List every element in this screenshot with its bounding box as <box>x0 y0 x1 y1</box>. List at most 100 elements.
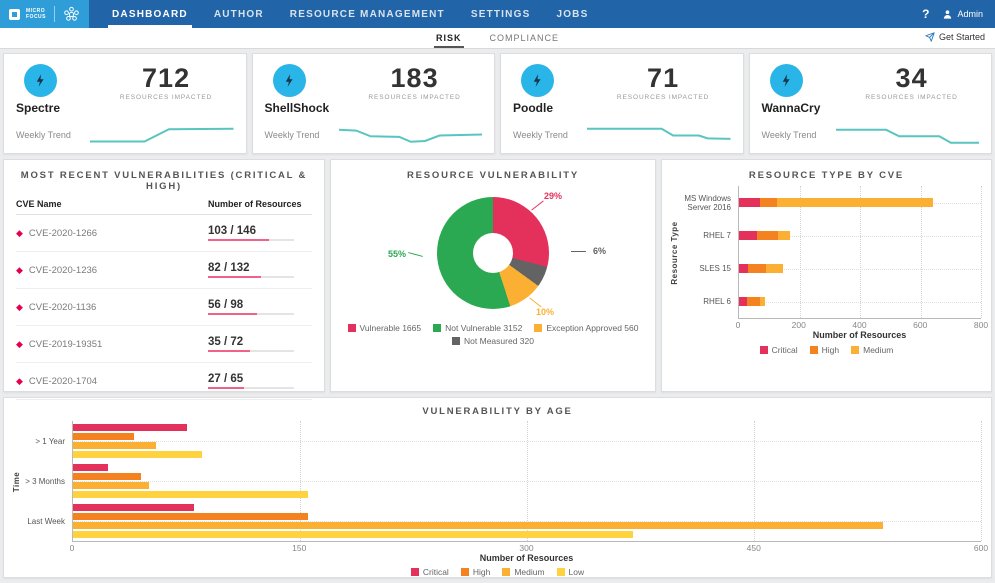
kpi-name: WannaCry <box>762 101 845 115</box>
brand-separator <box>54 6 55 22</box>
brand-block[interactable]: MICROFOCUS <box>0 0 89 28</box>
microfocus-logo-icon <box>9 9 20 20</box>
gridline <box>981 421 982 541</box>
donut-leader-line <box>571 251 586 252</box>
x-axis-ticks: 0150300450600 <box>72 542 981 553</box>
bar-low <box>73 531 633 538</box>
help-button[interactable]: ? <box>922 7 929 21</box>
donut-leader-line <box>531 200 543 210</box>
kpi-name: ShellShock <box>265 101 348 115</box>
x-tick-label: 450 <box>747 543 761 553</box>
get-started-link[interactable]: Get Started <box>925 32 985 42</box>
y-axis-labels: MS Windows Server 2016RHEL 7SLES 15RHEL … <box>672 186 738 319</box>
legend-item: Medium <box>851 345 893 355</box>
bar-high <box>73 513 308 520</box>
col-cve-name: CVE Name <box>16 199 208 209</box>
nav-right: ? Admin <box>922 0 995 28</box>
bar-low <box>73 491 308 498</box>
kpi-caption: RESOURCES IMPACTED <box>596 94 731 101</box>
kpi-value: 712 <box>99 64 234 92</box>
bar-medium <box>73 522 883 529</box>
bar-segment-medium <box>766 264 783 273</box>
bar-segment-critical <box>739 264 748 273</box>
y-axis-title: Resource Type <box>670 221 679 284</box>
bar-segment-critical <box>739 297 747 306</box>
nav-item-author[interactable]: AUTHOR <box>201 0 277 28</box>
recent-vulnerabilities-panel: MOST RECENT VULNERABILITIES (CRITICAL & … <box>3 159 325 392</box>
bar-segment-critical <box>739 198 760 207</box>
kpi-card-poodle[interactable]: Poodle71RESOURCES IMPACTEDWeekly Trend <box>500 53 744 154</box>
donut-callout-label: 10% <box>536 307 554 317</box>
kpi-caption: RESOURCES IMPACTED <box>844 94 979 101</box>
nav-item-jobs[interactable]: JOBS <box>543 0 601 28</box>
severity-diamond-icon: ◆ <box>16 340 23 349</box>
user-menu[interactable]: Admin <box>942 9 983 20</box>
kpi-sparkline <box>339 122 483 148</box>
x-tick-label: 400 <box>852 320 866 330</box>
category-label: RHEL 7 <box>672 219 738 252</box>
bar-group <box>73 501 981 541</box>
legend-item: High <box>810 345 839 355</box>
legend-item: Not Measured 320 <box>452 336 534 346</box>
nav-item-resource-management[interactable]: RESOURCE MANAGEMENT <box>277 0 458 28</box>
panel-title: RESOURCE VULNERABILITY <box>341 170 645 181</box>
nav-item-dashboard[interactable]: DASHBOARD <box>99 0 201 28</box>
table-row[interactable]: ◆CVE-2020-1266103 / 146 <box>16 215 312 252</box>
tab-risk[interactable]: RISK <box>434 30 464 48</box>
nav-menu: DASHBOARDAUTHORRESOURCE MANAGEMENTSETTIN… <box>99 0 601 28</box>
table-row[interactable]: ◆CVE-2020-113656 / 98 <box>16 289 312 326</box>
bar-segment-high <box>747 297 761 306</box>
tab-compliance[interactable]: COMPLIANCE <box>488 30 562 48</box>
bar-segment-critical <box>739 231 757 240</box>
threat-bolt-icon <box>770 64 803 97</box>
legend-item: Critical <box>760 345 798 355</box>
kpi-card-spectre[interactable]: Spectre712RESOURCES IMPACTEDWeekly Trend <box>3 53 247 154</box>
gridline <box>981 186 982 318</box>
bar-row <box>739 186 981 219</box>
resource-count: 82 / 132 <box>208 262 312 274</box>
x-tick-label: 150 <box>292 543 306 553</box>
x-tick-label: 200 <box>792 320 806 330</box>
donut-legend: Vulnerable 1665Not Vulnerable 3152Except… <box>341 323 645 346</box>
kpi-value: 183 <box>347 64 482 92</box>
category-label: SLES 15 <box>672 252 738 285</box>
donut-callout-label: 55% <box>388 249 406 259</box>
severity-diamond-icon: ◆ <box>16 377 23 386</box>
kpi-cards-row: Spectre712 RESOURCES IMPACTED Weekly Trend… <box>3 53 992 154</box>
donut-leader-line <box>408 252 423 257</box>
legend-item: Not Vulnerable 3152 <box>433 323 522 333</box>
bar-critical <box>73 504 194 511</box>
table-header: CVE Name Number of Resources <box>16 197 312 215</box>
table-row[interactable]: ◆CVE-2020-170427 / 65 <box>16 363 312 400</box>
legend-item: Critical <box>411 567 449 577</box>
bar-high <box>73 473 141 480</box>
resource-count: 103 / 146 <box>208 225 312 237</box>
donut-callout-label: 29% <box>544 191 562 201</box>
x-tick-label: 0 <box>70 543 75 553</box>
tabs: RISK COMPLIANCE <box>434 30 561 48</box>
y-axis-title: Time <box>12 471 21 492</box>
bar-row <box>739 285 981 318</box>
kpi-card-shellshock[interactable]: ShellShock183RESOURCES IMPACTEDWeekly Tr… <box>252 53 496 154</box>
table-row[interactable]: ◆CVE-2019-1935135 / 72 <box>16 326 312 363</box>
x-tick-label: 800 <box>974 320 988 330</box>
resource-count: 35 / 72 <box>208 336 312 348</box>
severity-diamond-icon: ◆ <box>16 266 23 275</box>
legend-item: Vulnerable 1665 <box>348 323 422 333</box>
y-axis-labels: > 1 Year> 3 MonthsLast Week <box>14 421 72 542</box>
resource-progress-bar <box>208 387 294 389</box>
kpi-value: 71 <box>596 64 731 92</box>
resource-progress-bar <box>208 313 294 315</box>
kpi-trend-label: Weekly Trend <box>513 130 587 140</box>
bar-row <box>739 252 981 285</box>
bar-segment-medium <box>778 231 790 240</box>
kpi-caption: RESOURCES IMPACTED <box>99 94 234 101</box>
chart-legend: CriticalHighMediumLow <box>14 567 981 577</box>
bar-medium <box>73 482 149 489</box>
nav-item-settings[interactable]: SETTINGS <box>458 0 544 28</box>
kpi-card-wannacry[interactable]: WannaCry34RESOURCES IMPACTEDWeekly Trend <box>749 53 993 154</box>
kpi-name: Spectre <box>16 101 99 115</box>
table-row[interactable]: ◆CVE-2020-123682 / 132 <box>16 252 312 289</box>
kpi-trend-label: Weekly Trend <box>265 130 339 140</box>
category-label: > 1 Year <box>14 421 72 461</box>
